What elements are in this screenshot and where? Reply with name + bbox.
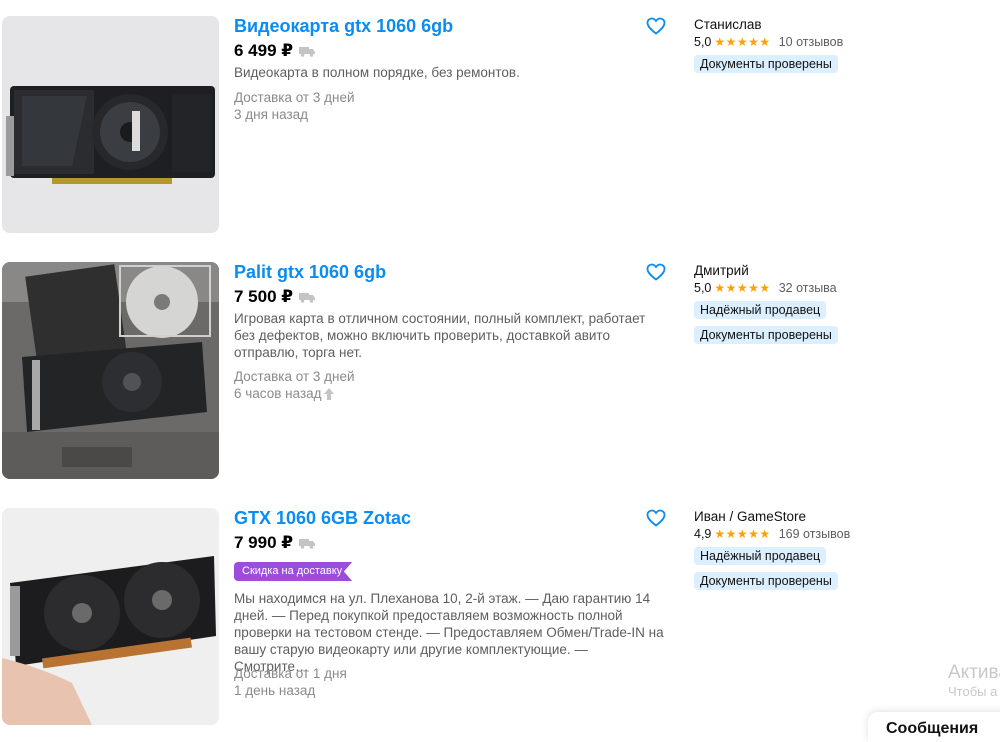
delivery-truck-icon [299,539,316,549]
posted-time: 6 часов назад [234,386,322,401]
reviews-link[interactable]: 32 отзыва [779,281,837,295]
listing-price: 7 990 ₽ [234,533,294,552]
rating-value: 4,9 [694,527,712,541]
price-row: 6 499 ₽ [234,41,316,61]
listing-photo[interactable] [2,508,219,725]
seller-block: Иван / GameStore 4,9 ★★★★★ 169 отзывов Н… [694,508,984,590]
gpu-photo-image [2,262,219,479]
listing-price: 7 500 ₽ [234,287,294,306]
activation-title: Актива [948,662,1000,683]
listing-title[interactable]: GTX 1060 6GB Zotac [234,508,411,528]
documents-verified-badge: Документы проверены [694,572,838,590]
activation-subtitle: Чтобы а [948,684,998,699]
seller-block: Дмитрий 5,0 ★★★★★ 32 отзыва Надёжный про… [694,262,984,344]
delivery-info: Доставка от 3 дней [234,90,355,105]
seller-rating: 4,9 ★★★★★ 169 отзывов [694,526,984,542]
delivery-truck-icon [299,293,316,303]
reliable-seller-badge: Надёжный продавец [694,301,827,319]
gpu-photo-image [2,16,219,233]
rating-value: 5,0 [694,281,712,295]
posted-time: 1 день назад [234,683,316,698]
favorite-heart-icon[interactable] [646,509,666,527]
posted-time: 3 дня назад [234,107,309,122]
delivery-truck-icon [299,47,316,57]
seller-name[interactable]: Иван / GameStore [694,508,984,525]
listing-photo[interactable] [2,16,219,233]
seller-rating: 5,0 ★★★★★ 32 отзыва [694,280,984,296]
delivery-info: Доставка от 1 дня [234,666,347,681]
reliable-seller-badge: Надёжный продавец [694,547,827,565]
messages-tab[interactable]: Сообщения [868,712,1000,742]
delivery-discount-badge: Скидка на доставку [234,562,353,581]
star-icon: ★★★★★ [714,281,771,295]
listing-title[interactable]: Palit gtx 1060 6gb [234,262,386,282]
documents-verified-badge: Документы проверены [694,326,838,344]
reviews-link[interactable]: 169 отзывов [779,527,851,541]
listing-price: 6 499 ₽ [234,41,294,60]
listing-title[interactable]: Видеокарта gtx 1060 6gb [234,16,453,36]
gpu-photo-image [2,508,219,725]
star-icon: ★★★★★ [714,35,771,49]
raised-arrow-icon [323,388,334,401]
price-row: 7 990 ₽ [234,533,316,553]
documents-verified-badge: Документы проверены [694,55,838,73]
posted-row: 6 часов назад [234,385,334,402]
listing-description: Игровая карта в отличном состоянии, полн… [234,311,646,360]
listing-description: Видеокарта в полном порядке, без ремонто… [234,65,520,80]
windows-activation-watermark: Актива Чтобы а [948,662,1000,700]
seller-name[interactable]: Дмитрий [694,262,984,279]
price-row: 7 500 ₽ [234,287,316,307]
favorite-heart-icon[interactable] [646,263,666,281]
seller-rating: 5,0 ★★★★★ 10 отзывов [694,34,984,50]
seller-block: Станислав 5,0 ★★★★★ 10 отзывов Документы… [694,16,984,73]
rating-value: 5,0 [694,35,712,49]
listing-description: Мы находимся на ул. Плеханова 10, 2-й эт… [234,591,664,674]
favorite-heart-icon[interactable] [646,17,666,35]
reviews-link[interactable]: 10 отзывов [779,35,844,49]
delivery-info: Доставка от 3 дней [234,369,355,384]
star-icon: ★★★★★ [714,527,771,541]
listing-photo[interactable] [2,262,219,479]
seller-name[interactable]: Станислав [694,16,984,33]
